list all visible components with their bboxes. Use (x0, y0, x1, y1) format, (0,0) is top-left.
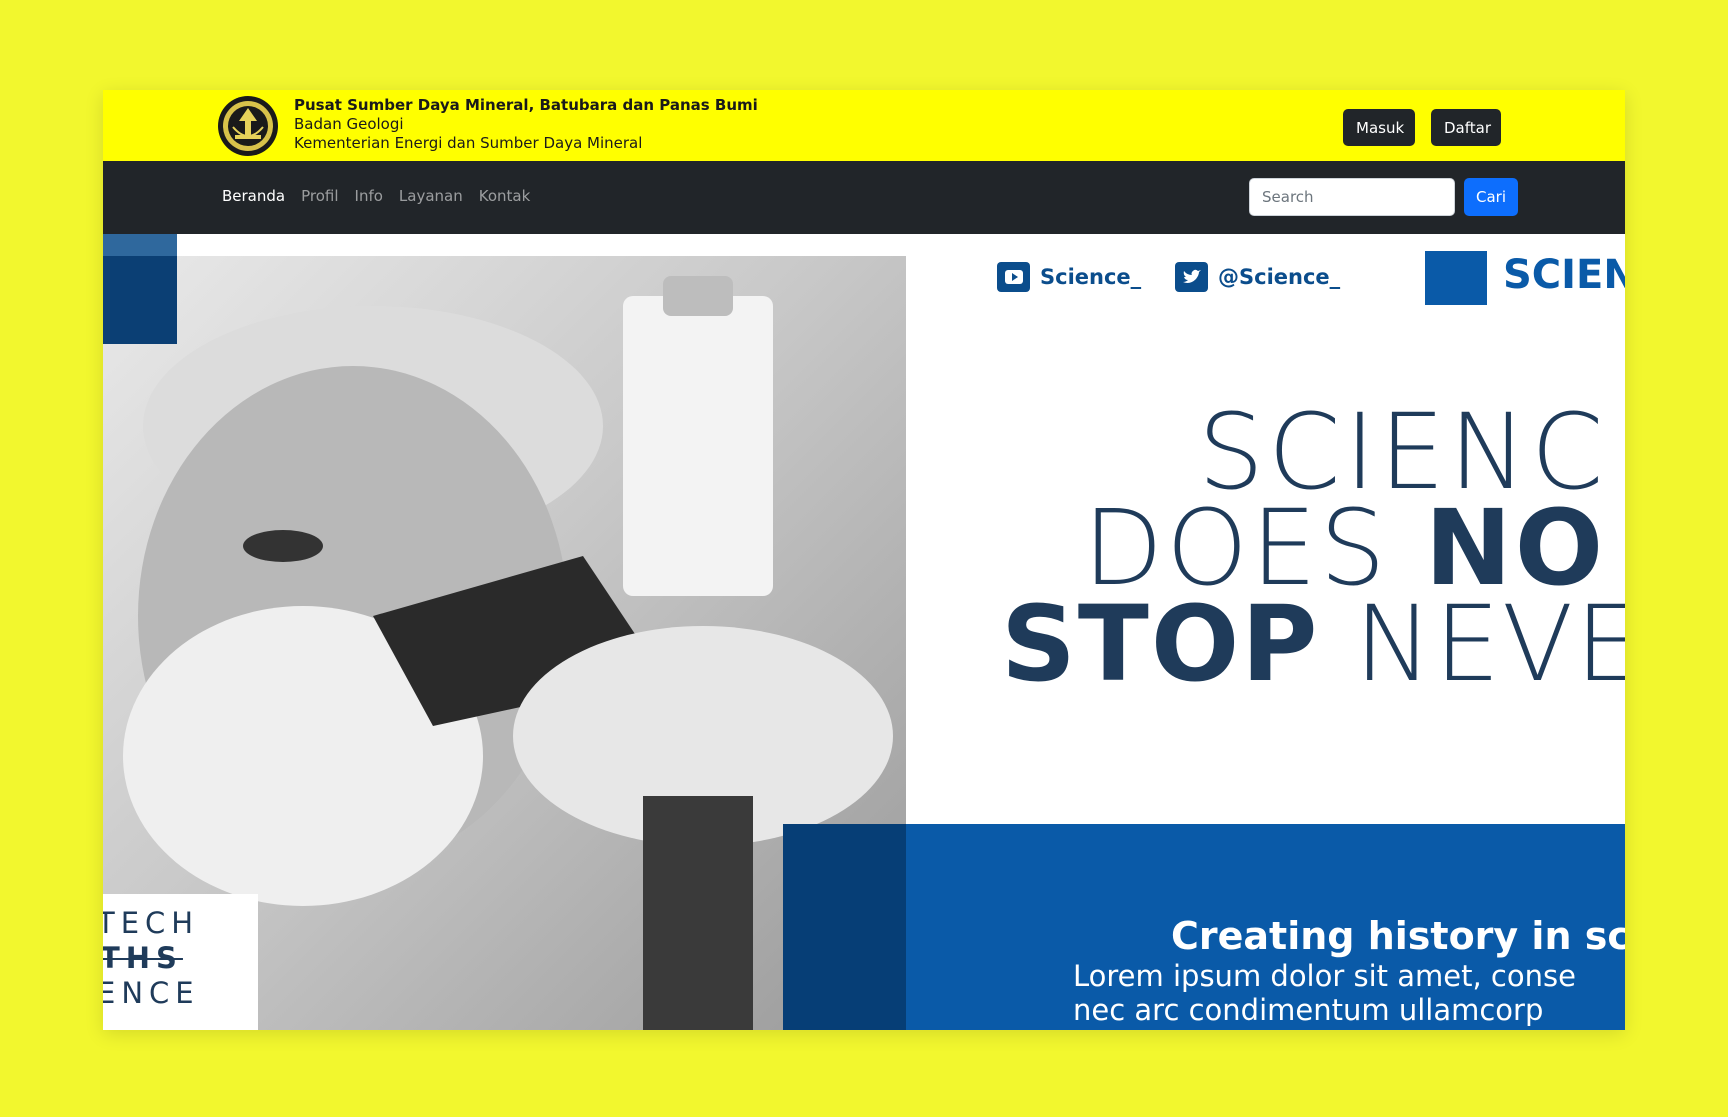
headline-line-1: SCIENC (1198, 391, 1608, 513)
headline-line-3: STOP NEVE (1001, 592, 1625, 696)
nav-links: Beranda Profil Info Layanan Kontak (222, 187, 530, 205)
youtube-handle-text: Science_ (1040, 265, 1142, 289)
government-emblem-icon[interactable] (217, 95, 279, 157)
brand-square (1425, 251, 1487, 305)
nav-item-kontak[interactable]: Kontak (479, 187, 531, 205)
label-line-3: ENCE (103, 976, 200, 1010)
tech-myths-label: TECH YTHS ENCE (103, 894, 258, 1030)
label-line-2: YTHS (103, 941, 183, 975)
hero-body-line-1: Lorem ipsum dolor sit amet, conse (1073, 959, 1576, 993)
org-agency: Badan Geologi (294, 115, 404, 133)
decor-corner-dark (103, 256, 177, 344)
nav-item-beranda[interactable]: Beranda (222, 187, 285, 205)
nav-item-profil[interactable]: Profil (301, 187, 338, 205)
hero-body-line-2: nec arc condimentum ullamcorp (1073, 993, 1544, 1027)
headline-line-2: DOES NO (1083, 496, 1606, 600)
blue-panel-overlap (783, 824, 906, 1030)
headline-3-regular: NEVE (1319, 583, 1625, 705)
headline-3-bold: STOP (1001, 583, 1320, 705)
org-identity: Pusat Sumber Daya Mineral, Batubara dan … (294, 96, 758, 153)
brand-text: SCIEN (1503, 252, 1625, 298)
browser-page: Pusat Sumber Daya Mineral, Batubara dan … (103, 90, 1625, 1030)
org-ministry: Kementerian Energi dan Sumber Daya Miner… (294, 134, 643, 152)
login-button[interactable]: Masuk (1343, 109, 1415, 146)
register-button[interactable]: Daftar (1431, 109, 1501, 146)
twitter-icon (1175, 262, 1208, 292)
twitter-handle: @Science_ (1175, 262, 1340, 292)
twitter-handle-text: @Science_ (1218, 265, 1341, 289)
nav-item-layanan[interactable]: Layanan (399, 187, 463, 205)
org-name: Pusat Sumber Daya Mineral, Batubara dan … (294, 96, 758, 114)
hero-tagline: Creating history in sci (1171, 914, 1625, 958)
label-line-1: TECH (103, 906, 200, 940)
youtube-icon (997, 262, 1030, 292)
site-header: Pusat Sumber Daya Mineral, Batubara dan … (103, 90, 1625, 161)
nav-item-info[interactable]: Info (355, 187, 383, 205)
hero-banner[interactable]: TECH YTHS ENCE Science_ @Science_ SCIEN … (103, 234, 1625, 1030)
search-button[interactable]: Cari (1464, 178, 1518, 216)
search-input[interactable] (1249, 178, 1455, 216)
hero-body-text: Lorem ipsum dolor sit amet, conse nec ar… (1073, 959, 1576, 1027)
main-navbar: Beranda Profil Info Layanan Kontak Cari (103, 161, 1625, 234)
youtube-handle: Science_ (997, 262, 1141, 292)
